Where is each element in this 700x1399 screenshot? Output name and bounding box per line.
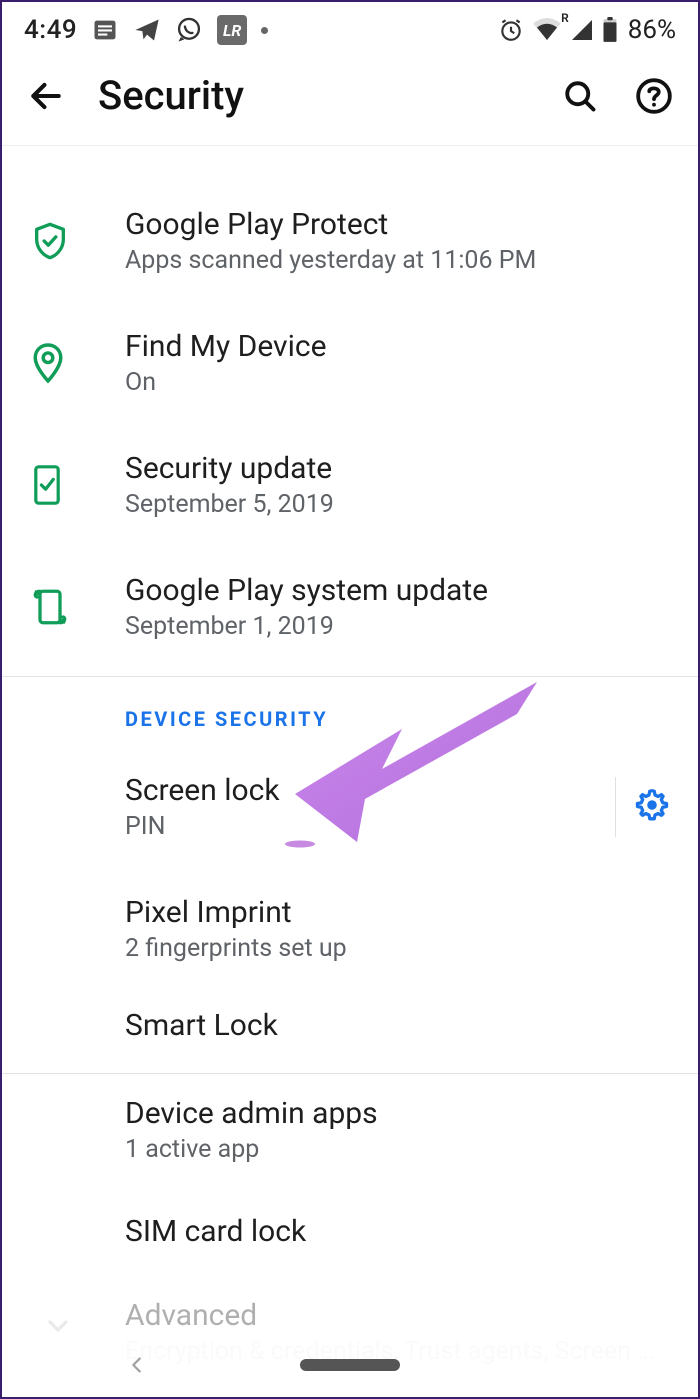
gear-icon[interactable]	[634, 787, 670, 827]
row-title: Pixel Imprint	[125, 895, 676, 930]
signal-icon	[570, 18, 594, 42]
location-icon	[30, 342, 66, 388]
status-left: 4:49 LR	[24, 15, 268, 45]
content: SECURITY STATUS Google Play Protect Apps…	[2, 144, 698, 1372]
whatsapp-icon	[175, 16, 203, 44]
screen: 4:49 LR R	[0, 0, 700, 1399]
row-find-my-device[interactable]: Find My Device On	[2, 302, 698, 424]
row-screen-lock[interactable]: Screen lock PIN	[2, 751, 698, 863]
row-security-update[interactable]: Security update September 5, 2019	[2, 424, 698, 546]
row-title: SIM card lock	[125, 1214, 676, 1249]
row-title: Screen lock	[125, 773, 676, 808]
alarm-icon	[498, 17, 524, 43]
battery-icon	[602, 17, 618, 43]
row-title: Security update	[125, 451, 676, 486]
row-title: Google Play Protect	[125, 207, 676, 242]
search-icon[interactable]	[558, 74, 602, 118]
telegram-icon	[133, 16, 161, 44]
wifi-roaming-icon: R	[532, 17, 562, 43]
row-title: Google Play system update	[125, 573, 676, 608]
phone-check-icon	[30, 464, 64, 510]
status-bar: 4:49 LR R	[2, 2, 698, 54]
row-sim-card-lock[interactable]: SIM card lock	[2, 1186, 698, 1276]
battery-percent: 86%	[628, 15, 676, 45]
message-icon	[91, 16, 119, 44]
row-subtitle: 1 active app	[125, 1135, 676, 1164]
row-title: Smart Lock	[125, 1008, 676, 1043]
nav-home-pill[interactable]	[300, 1359, 400, 1371]
row-subtitle: On	[125, 368, 676, 397]
shield-check-icon	[30, 221, 70, 265]
page-title: Security	[98, 72, 528, 119]
row-play-system-update[interactable]: Google Play system update September 1, 2…	[2, 546, 698, 668]
section-header-device-security: DEVICE SECURITY	[2, 677, 698, 751]
status-right: R 86%	[498, 15, 676, 45]
nav-bar	[2, 1337, 698, 1397]
row-subtitle: PIN	[125, 812, 676, 841]
row-pixel-imprint[interactable]: Pixel Imprint 2 fingerprints set up	[2, 873, 698, 985]
divider-vertical	[615, 777, 616, 837]
section-header-security-status: SECURITY STATUS	[2, 144, 698, 162]
row-title: Find My Device	[125, 329, 676, 364]
phone-refresh-icon	[30, 585, 70, 633]
help-icon[interactable]	[632, 74, 676, 118]
nav-back-icon[interactable]	[122, 1350, 152, 1380]
app-bar: Security	[2, 54, 698, 146]
lr-app-icon: LR	[217, 15, 247, 45]
row-subtitle: September 5, 2019	[125, 490, 676, 519]
row-title: Advanced	[125, 1298, 676, 1333]
row-device-admin-apps[interactable]: Device admin apps 1 active app	[2, 1074, 698, 1186]
row-title: Device admin apps	[125, 1096, 676, 1131]
row-subtitle: 2 fingerprints set up	[125, 934, 676, 963]
row-subtitle: Apps scanned yesterday at 11:06 PM	[125, 246, 676, 275]
clock-text: 4:49	[24, 15, 77, 45]
row-play-protect[interactable]: Google Play Protect Apps scanned yesterd…	[2, 180, 698, 302]
back-icon[interactable]	[24, 74, 68, 118]
row-subtitle: September 1, 2019	[125, 612, 676, 641]
row-smart-lock[interactable]: Smart Lock	[2, 985, 698, 1065]
more-notifications-icon	[261, 27, 268, 34]
